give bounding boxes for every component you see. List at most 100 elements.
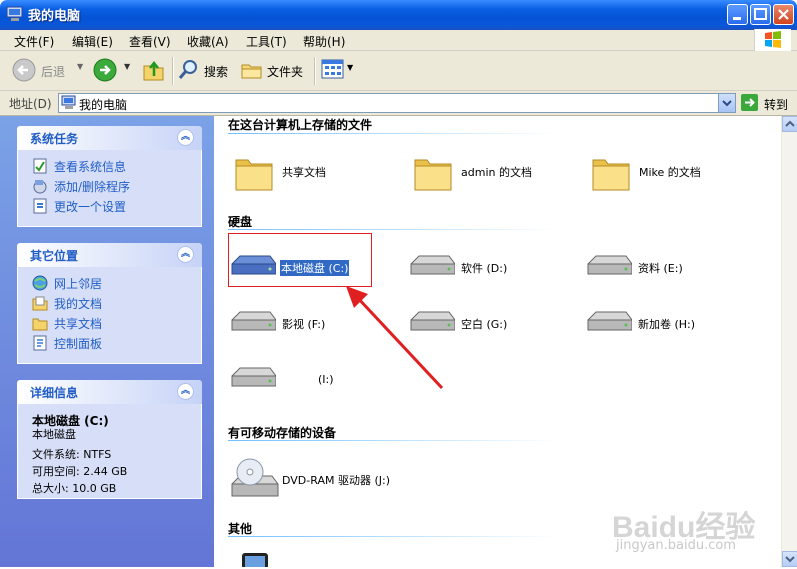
shared-documents-icon: [32, 318, 48, 331]
toolbar: 后退 ▼ ▼ 搜索 文件夹 ▼: [0, 51, 797, 91]
up-folder-icon: [143, 60, 164, 81]
view-system-info-link[interactable]: 查看系统信息: [54, 158, 126, 175]
add-remove-programs-link[interactable]: 添加/删除程序: [54, 178, 130, 195]
folder-item[interactable]: 共享文档: [232, 152, 392, 194]
window-title: 我的电脑: [28, 9, 81, 24]
folders-button[interactable]: 文件夹: [240, 56, 308, 84]
group-header-hard-disks: 硬盘: [228, 215, 253, 229]
folder-item[interactable]: Mike 的文档: [589, 152, 749, 194]
back-dropdown-icon[interactable]: ▼: [77, 62, 83, 71]
folder-icon: [592, 159, 630, 191]
scroll-up-button[interactable]: [782, 116, 797, 132]
group-header-other: 其他: [228, 522, 253, 536]
details-body: 本地磁盘 (C:) 本地磁盘 文件系统: NTFS 可用空间: 2.44 GB …: [17, 404, 202, 499]
group-divider: [228, 229, 558, 230]
hard-drive-icon: [587, 255, 632, 275]
scroll-down-button[interactable]: [782, 551, 797, 567]
task-pane: 系统任务 ︽ 查看系统信息 添加/删除程序 更改一个设置 其它位置 ︽ 网上邻居…: [0, 116, 214, 567]
close-icon: [778, 9, 789, 20]
forward-button[interactable]: ▼: [92, 56, 136, 84]
group-header-removable: 有可移动存储的设备: [228, 426, 337, 440]
drive-label: DVD-RAM 驱动器 (J:): [282, 474, 390, 487]
collapse-icon[interactable]: ︽: [177, 129, 194, 146]
watermark: Baidu经验 jingyan.baidu.com: [594, 476, 774, 556]
other-places-panel: 其它位置 ︽ 网上邻居 我的文档 共享文档 控制面板: [17, 243, 202, 364]
minimize-icon: [733, 17, 741, 20]
go-label: 转到: [764, 98, 789, 112]
drive-label: 资料 (E:): [638, 262, 683, 275]
details-file-system: 文件系统: NTFS: [32, 448, 112, 461]
other-places-header[interactable]: 其它位置 ︽: [17, 243, 202, 267]
my-documents-link[interactable]: 我的文档: [54, 295, 102, 312]
maximize-button[interactable]: [750, 4, 771, 25]
folder-label: Mike 的文档: [639, 166, 701, 179]
views-dropdown-icon: ▼: [347, 63, 354, 72]
control-panel-icon: [33, 335, 47, 351]
menu-tools[interactable]: 工具(T): [246, 33, 287, 50]
go-arrow-icon: [741, 94, 758, 111]
details-total-size: 总大小: 10.0 GB: [32, 482, 117, 495]
menu-favorites[interactable]: 收藏(A): [187, 33, 229, 50]
address-input[interactable]: 我的电脑: [58, 93, 736, 113]
device-icon[interactable]: [240, 552, 270, 567]
toolbar-separator: [172, 57, 174, 85]
collapse-icon[interactable]: ︽: [177, 246, 194, 263]
drive-label: 本地磁盘 (C:): [280, 260, 350, 276]
folder-label: 共享文档: [282, 166, 326, 179]
go-button[interactable]: 转到: [740, 93, 795, 113]
watermark-url: jingyan.baidu.com: [616, 538, 736, 553]
annotation-arrow-icon: [346, 286, 444, 390]
other-places-body: 网上邻居 我的文档 共享文档 控制面板: [17, 267, 202, 364]
system-tasks-panel: 系统任务 ︽ 查看系统信息 添加/删除程序 更改一个设置: [17, 126, 202, 227]
back-button[interactable]: 后退 ▼: [8, 56, 88, 84]
menu-view[interactable]: 查看(V): [129, 33, 171, 50]
folder-icon: [235, 159, 273, 191]
folders-icon: [241, 64, 262, 79]
network-places-link[interactable]: 网上邻居: [54, 275, 102, 292]
hard-drive-icon: [231, 311, 276, 331]
group-divider: [228, 536, 558, 537]
forward-dropdown-icon[interactable]: ▼: [124, 62, 130, 71]
menu-file[interactable]: 文件(F): [14, 33, 54, 50]
vertical-scrollbar[interactable]: [781, 116, 797, 567]
add-remove-programs-icon: [33, 180, 47, 194]
up-folder-button[interactable]: [141, 56, 167, 84]
drive-label: (I:): [318, 373, 334, 386]
menu-edit[interactable]: 编辑(E): [72, 33, 113, 50]
title-bar: 我的电脑: [0, 0, 797, 30]
system-tasks-header[interactable]: 系统任务 ︽: [17, 126, 202, 150]
details-header[interactable]: 详细信息 ︽: [17, 380, 202, 404]
hard-drive-icon: [231, 255, 276, 275]
system-tasks-title: 系统任务: [30, 132, 79, 146]
views-button[interactable]: ▼: [321, 58, 355, 82]
address-dropdown-button[interactable]: [718, 94, 735, 112]
group-header-stored-files: 在这台计算机上存储的文件: [228, 118, 373, 132]
menu-help[interactable]: 帮助(H): [303, 33, 345, 50]
dvd-drive-item[interactable]: DVD-RAM 驱动器 (J:): [230, 456, 430, 502]
toolbar-separator: [314, 57, 316, 85]
views-icon: [321, 59, 344, 79]
chevron-up-icon: [785, 120, 795, 127]
minimize-button[interactable]: [727, 4, 748, 25]
folder-icon: [414, 159, 452, 191]
folder-item[interactable]: admin 的文档: [411, 152, 571, 194]
search-button[interactable]: 搜索: [177, 56, 232, 84]
content-area: 在这台计算机上存储的文件 共享文档 admin 的文档 Mike 的文档 硬盘: [214, 116, 781, 567]
shared-documents-link[interactable]: 共享文档: [54, 315, 102, 332]
chevron-down-icon: [722, 100, 732, 107]
folders-label: 文件夹: [267, 65, 304, 79]
details-free-space: 可用空间: 2.44 GB: [32, 465, 128, 478]
menu-bar: 文件(F) 编辑(E) 查看(V) 收藏(A) 工具(T) 帮助(H): [0, 29, 797, 51]
collapse-icon[interactable]: ︽: [177, 383, 194, 400]
my-computer-icon: [61, 95, 76, 109]
back-arrow-icon: [12, 58, 36, 82]
address-bar: 地址(D) 我的电脑 转到: [0, 91, 797, 116]
dvd-drive-icon: [231, 458, 279, 497]
back-label: 后退: [41, 65, 66, 79]
address-label: 地址(D): [9, 97, 52, 111]
change-setting-link[interactable]: 更改一个设置: [54, 198, 126, 215]
drive-item-h[interactable]: 新加卷 (H:): [586, 308, 732, 340]
close-button[interactable]: [773, 4, 794, 25]
drive-item-e[interactable]: 资料 (E:): [586, 252, 732, 284]
control-panel-link[interactable]: 控制面板: [54, 335, 102, 352]
